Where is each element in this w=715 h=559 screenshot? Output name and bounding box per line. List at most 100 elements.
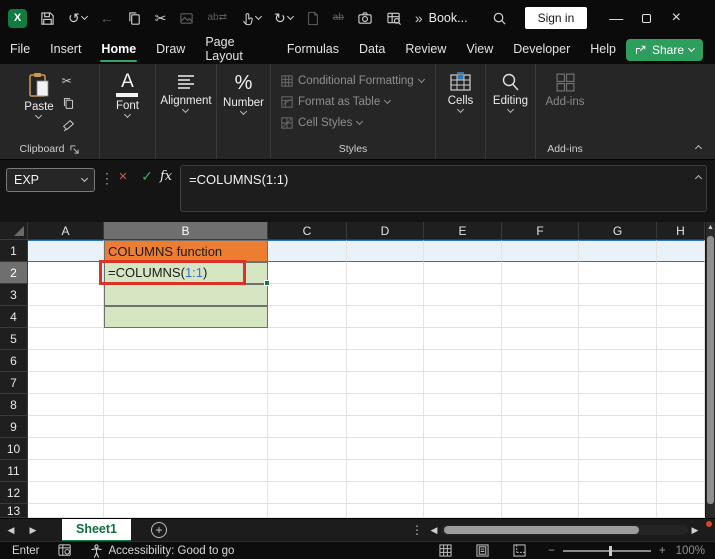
cell-H6[interactable]	[657, 350, 705, 372]
select-all-corner[interactable]	[0, 222, 28, 240]
cell-B11[interactable]	[104, 460, 268, 482]
cell-F13[interactable]	[502, 504, 579, 518]
row-header-9[interactable]: 9	[0, 416, 28, 438]
cell-F1[interactable]	[502, 240, 579, 262]
cell-A13[interactable]	[28, 504, 104, 518]
cut-icon[interactable]: ✂	[62, 74, 75, 88]
row-header-12[interactable]: 12	[0, 482, 28, 504]
cell-E4[interactable]	[424, 306, 502, 328]
cell-D12[interactable]	[347, 482, 424, 504]
name-box[interactable]: EXP	[6, 168, 95, 192]
conditional-formatting-button[interactable]: Conditional Formatting	[271, 70, 435, 91]
share-button[interactable]: Share	[625, 39, 703, 61]
cell-C3[interactable]	[268, 284, 347, 306]
cell-D7[interactable]	[347, 372, 424, 394]
cell-E7[interactable]	[424, 372, 502, 394]
cell-F10[interactable]	[502, 438, 579, 460]
dialog-launcher-icon[interactable]	[70, 144, 80, 154]
col-header-C[interactable]: C	[268, 222, 347, 240]
zoom-out-icon[interactable]: −	[548, 545, 555, 557]
maximize-button[interactable]	[631, 10, 661, 26]
vertical-scroll-thumb[interactable]	[707, 236, 714, 504]
cell-B9[interactable]	[104, 416, 268, 438]
cell-H1[interactable]	[657, 240, 705, 262]
cell-H3[interactable]	[657, 284, 705, 306]
cell-A1[interactable]	[28, 240, 104, 262]
cell-B8[interactable]	[104, 394, 268, 416]
cell-C12[interactable]	[268, 482, 347, 504]
cell-C9[interactable]	[268, 416, 347, 438]
editing-button[interactable]: Editing	[493, 64, 528, 139]
cell-D13[interactable]	[347, 504, 424, 518]
cell-B7[interactable]	[104, 372, 268, 394]
cell-D3[interactable]	[347, 284, 424, 306]
cell-D11[interactable]	[347, 460, 424, 482]
cell-F6[interactable]	[502, 350, 579, 372]
cell-D8[interactable]	[347, 394, 424, 416]
cell-E10[interactable]	[424, 438, 502, 460]
cell-styles-button[interactable]: Cell Styles	[271, 112, 435, 133]
tab-help[interactable]: Help	[580, 37, 626, 63]
cell-G11[interactable]	[579, 460, 657, 482]
collapse-ribbon-icon[interactable]	[694, 144, 703, 153]
cell-D4[interactable]	[347, 306, 424, 328]
cell-F3[interactable]	[502, 284, 579, 306]
minimize-button[interactable]: —	[601, 10, 631, 26]
cell-F4[interactable]	[502, 306, 579, 328]
cell-H9[interactable]	[657, 416, 705, 438]
accessibility-icon[interactable]	[90, 543, 103, 558]
sheet-bar-dots-icon[interactable]: ⋮	[411, 523, 423, 537]
vertical-scrollbar[interactable]: ▲	[706, 222, 715, 518]
camera-icon[interactable]	[357, 11, 373, 26]
cell-D5[interactable]	[347, 328, 424, 350]
cell-H4[interactable]	[657, 306, 705, 328]
col-header-D[interactable]: D	[347, 222, 424, 240]
fill-handle[interactable]	[264, 280, 270, 286]
cell-C8[interactable]	[268, 394, 347, 416]
close-button[interactable]: ×	[661, 9, 691, 27]
cell-H13[interactable]	[657, 504, 705, 518]
cell-G10[interactable]	[579, 438, 657, 460]
undo-icon[interactable]: ↺	[68, 10, 88, 26]
zoom-slider-thumb[interactable]	[608, 545, 612, 556]
cell-F11[interactable]	[502, 460, 579, 482]
cell-G6[interactable]	[579, 350, 657, 372]
cell-A10[interactable]	[28, 438, 104, 460]
row-header-1[interactable]: 1	[0, 240, 28, 262]
row-header-5[interactable]: 5	[0, 328, 28, 350]
cell-G12[interactable]	[579, 482, 657, 504]
tab-home[interactable]: Home	[91, 37, 146, 63]
cell-D6[interactable]	[347, 350, 424, 372]
cell-F5[interactable]	[502, 328, 579, 350]
tab-draw[interactable]: Draw	[146, 37, 195, 63]
cell-D2[interactable]	[347, 262, 424, 284]
cell-C13[interactable]	[268, 504, 347, 518]
sheet-nav-left-icon[interactable]: ◀	[0, 525, 22, 536]
macro-record-icon[interactable]	[57, 544, 72, 557]
cell-A2[interactable]	[28, 262, 104, 284]
more-commands-icon[interactable]: »	[415, 10, 423, 26]
cell-B5[interactable]	[104, 328, 268, 350]
zoom-slider[interactable]	[562, 545, 651, 556]
cell-B3[interactable]	[104, 284, 268, 306]
zoom-in-icon[interactable]: +	[659, 545, 666, 557]
cell-A3[interactable]	[28, 284, 104, 306]
cell-G4[interactable]	[579, 306, 657, 328]
horizontal-scroll-track[interactable]	[441, 525, 688, 535]
save-icon[interactable]	[40, 11, 55, 26]
cut-icon[interactable]: ✂	[155, 10, 167, 26]
row-header-2[interactable]: 2	[0, 262, 28, 284]
number-button[interactable]: % Number	[223, 64, 264, 139]
cell-G1[interactable]	[579, 240, 657, 262]
tab-data[interactable]: Data	[349, 37, 395, 63]
sheet-tab-sheet1[interactable]: Sheet1	[62, 518, 131, 542]
normal-view-icon[interactable]	[439, 544, 452, 557]
cell-B2[interactable]: =COLUMNS(1:1)	[99, 260, 270, 286]
sheet-nav-right-icon[interactable]: ▶	[22, 525, 44, 536]
cell-C6[interactable]	[268, 350, 347, 372]
cell-B12[interactable]	[104, 482, 268, 504]
search-icon[interactable]	[492, 11, 507, 26]
cell-B1[interactable]: COLUMNS function	[104, 240, 268, 262]
cell-G9[interactable]	[579, 416, 657, 438]
page-layout-view-icon[interactable]	[476, 544, 489, 557]
